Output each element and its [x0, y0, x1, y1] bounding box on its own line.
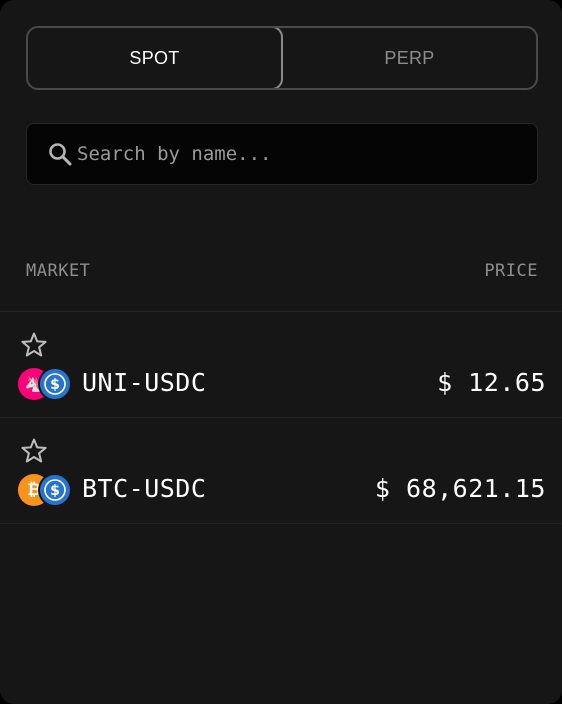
market-column-header[interactable]: MARKET: [26, 261, 90, 281]
svg-text:$: $: [50, 483, 60, 499]
search-icon: [49, 143, 72, 166]
divider: [0, 523, 562, 524]
pair-icons: ₿ $: [18, 473, 72, 508]
svg-text:$: $: [50, 377, 60, 393]
search-input[interactable]: [77, 143, 517, 165]
markets-panel: SPOT PERP MARKET PRICE 🦄 $ UNI-USDC $ 12…: [0, 0, 562, 704]
tab-spot[interactable]: SPOT: [28, 28, 283, 88]
pair-icons: 🦄 $: [18, 367, 72, 402]
market-price: $ 68,621.15: [374, 474, 546, 503]
market-type-toggle: SPOT PERP: [26, 26, 538, 90]
usdc-icon: $: [38, 473, 72, 507]
market-price: $ 12.65: [437, 368, 546, 397]
usdc-icon: $: [38, 367, 72, 401]
star-icon[interactable]: [20, 331, 48, 359]
market-row-uni-usdc[interactable]: 🦄 $ UNI-USDC $ 12.65: [0, 312, 562, 418]
market-name: BTC-USDC: [82, 474, 207, 503]
market-row-btc-usdc[interactable]: ₿ $ BTC-USDC $ 68,621.15: [0, 418, 562, 524]
search-box[interactable]: [26, 123, 538, 185]
tab-perp[interactable]: PERP: [283, 28, 536, 88]
price-column-header[interactable]: PRICE: [484, 261, 538, 281]
market-name: UNI-USDC: [82, 368, 207, 397]
star-icon[interactable]: [20, 437, 48, 465]
